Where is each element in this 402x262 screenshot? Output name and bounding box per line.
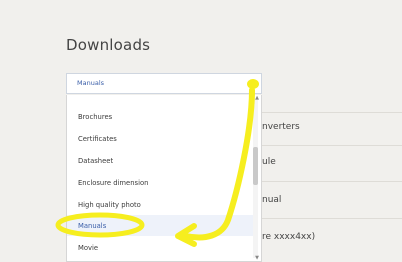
download-item-4[interactable]: re xxxx4xx) [262,232,315,242]
option-certificates[interactable]: Certificates [78,135,117,143]
option-datasheet[interactable]: Datasheet [78,157,113,165]
category-select[interactable]: Manuals ▾ [66,73,262,94]
download-item-2[interactable]: ule [262,157,276,167]
option-manuals[interactable]: Manuals [78,222,106,230]
chevron-down-icon[interactable]: ▾ [250,79,254,87]
dropdown-scrollbar[interactable] [253,99,258,258]
option-brochures[interactable]: Brochures [78,113,112,121]
option-enclosure-dimension[interactable]: Enclosure dimension [78,179,148,187]
option-high-quality-photo[interactable]: High quality photo [78,201,141,209]
list-divider [262,112,402,113]
list-divider [262,145,402,146]
list-divider [262,218,402,219]
category-dropdown-list[interactable]: Brochures Certificates Datasheet Enclosu… [66,95,262,262]
scrollbar-thumb[interactable] [253,147,258,185]
category-select-value: Manuals [77,79,105,87]
download-item-3[interactable]: nual [262,195,281,205]
scroll-up-icon[interactable]: ▲ [255,95,259,101]
option-movie[interactable]: Movie [78,244,98,252]
download-item-1[interactable]: nverters [262,122,300,132]
downloads-heading: Downloads [66,36,151,54]
scroll-down-icon[interactable]: ▼ [255,255,259,261]
list-divider [262,181,402,182]
